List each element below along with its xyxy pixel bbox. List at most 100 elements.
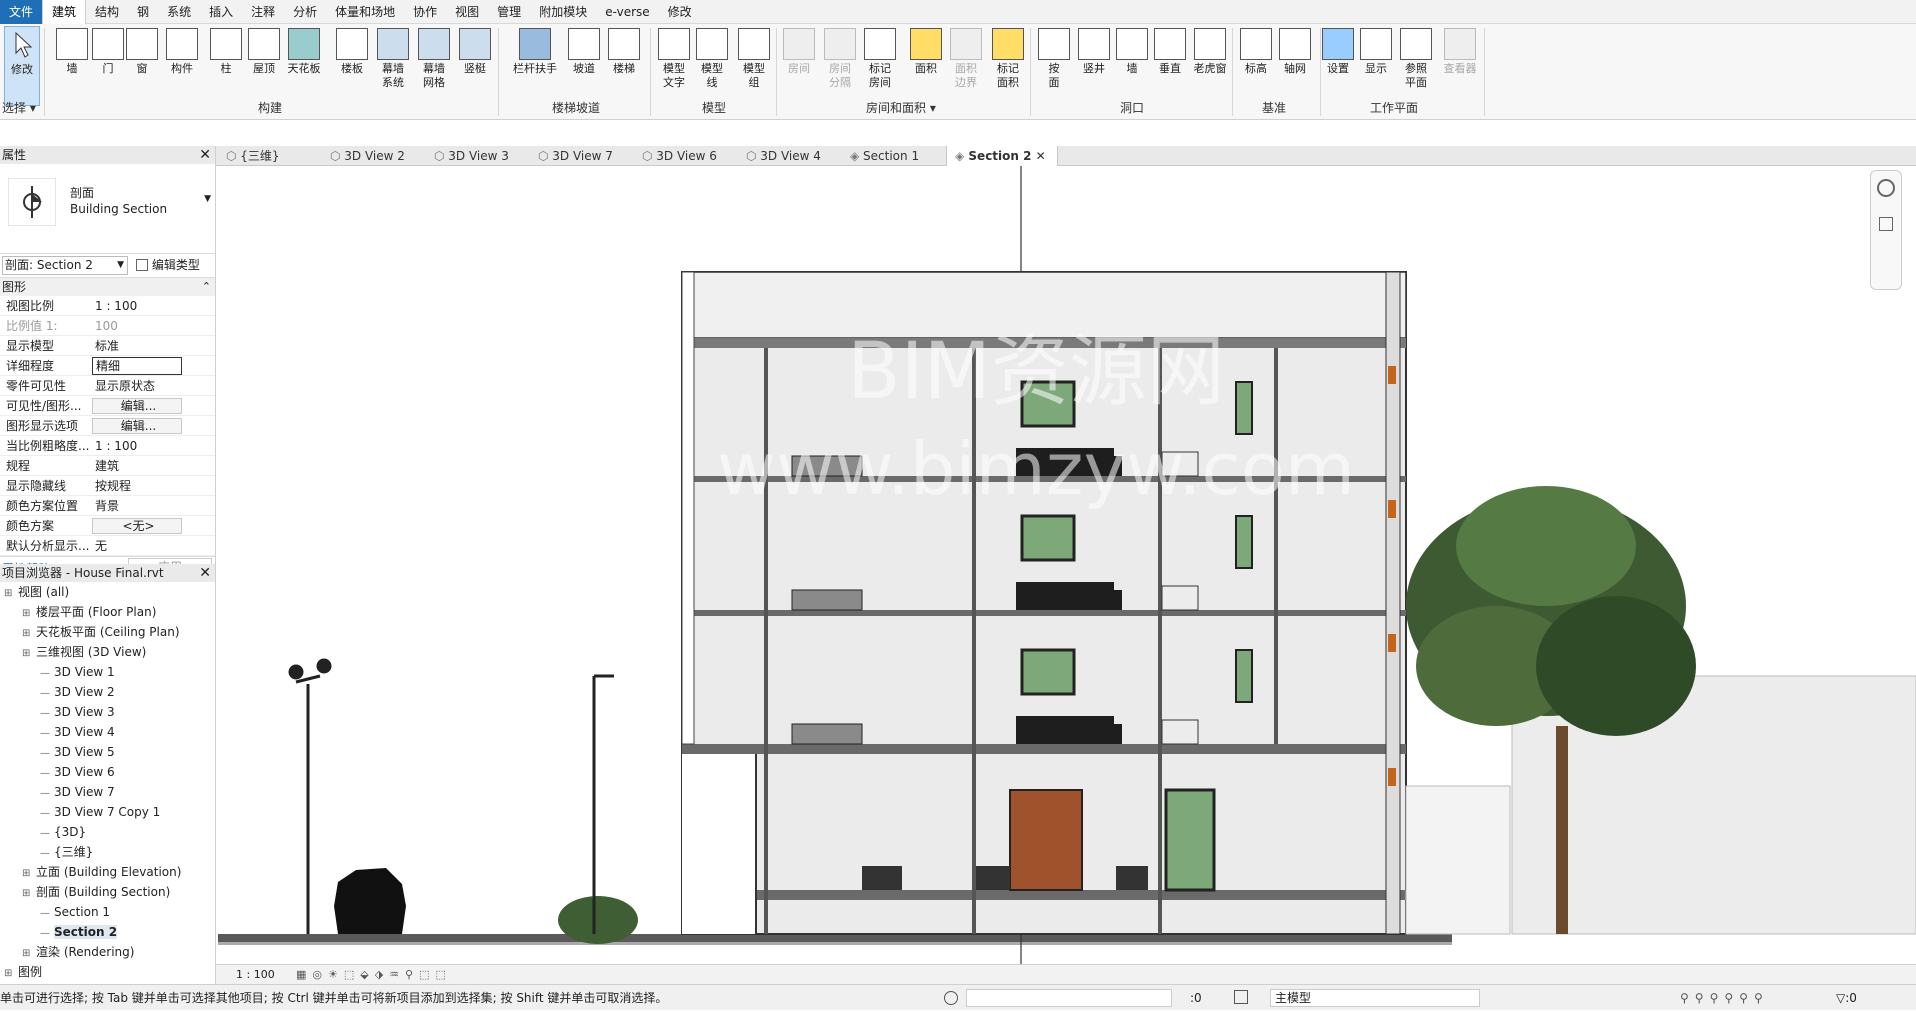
room-button[interactable]: 房间 xyxy=(780,26,818,106)
property-value[interactable]: 1 : 100 xyxy=(92,436,182,456)
ceiling-button[interactable]: 天花板 xyxy=(282,26,326,106)
browser-node[interactable]: ⊞ 图例 xyxy=(0,962,215,982)
model-line-button[interactable]: 模型 线 xyxy=(694,26,730,106)
property-value[interactable]: 建筑 xyxy=(92,456,182,476)
property-value[interactable]: 无 xyxy=(92,536,182,556)
property-row[interactable]: 颜色方案 <无> xyxy=(0,516,215,536)
browser-node[interactable]: — 3D View 6 xyxy=(0,762,215,782)
property-row[interactable]: 默认分析显示... 无 xyxy=(0,536,215,556)
browser-node[interactable]: ⊞ 渲染 (Rendering) xyxy=(0,942,215,962)
curtain-grid-button[interactable]: 幕墙 网格 xyxy=(414,26,454,106)
property-value[interactable]: 编辑... xyxy=(92,398,182,414)
browser-node[interactable]: — 3D View 3 xyxy=(0,702,215,722)
expand-icon[interactable]: ⊞ xyxy=(22,644,36,664)
menu-12[interactable]: 附加模块 xyxy=(530,0,596,24)
dropdown-arrow-icon[interactable]: ▼ xyxy=(204,194,211,204)
close-icon[interactable]: ✕ xyxy=(1031,149,1046,163)
by-face-button[interactable]: 按 面 xyxy=(1036,26,1072,106)
view-tab[interactable]: ◈ Section 1 xyxy=(842,146,942,166)
model-group-button[interactable]: 模型 组 xyxy=(734,26,774,106)
menu-9[interactable]: 协作 xyxy=(404,0,446,24)
browser-node[interactable]: ⊞ 视图 (all) xyxy=(0,582,215,602)
graphics-group-header[interactable]: 图形 ⌃ xyxy=(0,278,215,296)
property-row[interactable]: 视图比例 1 : 100 xyxy=(0,296,215,316)
property-value[interactable]: <无> xyxy=(92,518,182,534)
menu-5[interactable]: 插入 xyxy=(200,0,242,24)
panel-select-label[interactable]: 选择 ▾ xyxy=(2,99,36,116)
dormer-button[interactable]: 老虎窗 xyxy=(1190,26,1230,106)
view-tab[interactable]: ◈ Section 2 ✕ xyxy=(946,146,1058,166)
view-tab[interactable]: ⬡ {三维} xyxy=(218,146,318,166)
property-row[interactable]: 详细程度 精细 xyxy=(0,356,215,376)
expand-icon[interactable]: ⊞ xyxy=(22,624,36,644)
stair-button[interactable]: 楼梯 xyxy=(604,26,644,106)
property-value[interactable]: 编辑... xyxy=(92,418,182,434)
roof-button[interactable]: 屋顶 xyxy=(246,26,282,106)
browser-node[interactable]: ⊞ 立面 (Building Elevation) xyxy=(0,862,215,882)
menu-11[interactable]: 管理 xyxy=(488,0,530,24)
view-scale[interactable]: 1 : 100 xyxy=(236,965,275,985)
view-tab[interactable]: ⬡ 3D View 2 xyxy=(322,146,422,166)
navigation-bar[interactable] xyxy=(1870,170,1902,290)
browser-node[interactable]: ⊞ 剖面 (Building Section) xyxy=(0,882,215,902)
room-sep-button[interactable]: 房间 分隔 xyxy=(820,26,860,106)
menu-14[interactable]: 修改 xyxy=(659,0,701,24)
browser-node[interactable]: ⊞ 三维视图 (3D View) xyxy=(0,642,215,662)
browser-node[interactable]: — Section 1 xyxy=(0,902,215,922)
view-tab[interactable]: ⬡ 3D View 6 xyxy=(634,146,734,166)
expand-icon[interactable]: ⊞ xyxy=(22,884,36,904)
set-button[interactable]: 设置 xyxy=(1320,26,1356,106)
panel-room-area-label[interactable]: 房间和面积 ▾ xyxy=(866,99,936,116)
area-boundary-button[interactable]: 面积 边界 xyxy=(946,26,986,106)
browser-node[interactable]: — 3D View 7 Copy 1 xyxy=(0,802,215,822)
tag-area-button[interactable]: 标记 面积 xyxy=(988,26,1028,106)
property-value[interactable]: 按规程 xyxy=(92,476,182,496)
property-row[interactable]: 零件可见性 显示原状态 xyxy=(0,376,215,396)
menu-2[interactable]: 结构 xyxy=(86,0,128,24)
column-button[interactable]: 柱 xyxy=(210,26,242,106)
property-row[interactable]: 图形显示选项 编辑... xyxy=(0,416,215,436)
view-tab[interactable]: ⬡ 3D View 7 xyxy=(530,146,630,166)
viewer-button[interactable]: 查看器 xyxy=(1438,26,1482,106)
ramp-button[interactable]: 坡道 xyxy=(566,26,602,106)
tag-room-button[interactable]: 标记 房间 xyxy=(860,26,900,106)
property-value[interactable]: 背景 xyxy=(92,496,182,516)
property-row[interactable]: 显示模型 标准 xyxy=(0,336,215,356)
menu-6[interactable]: 注释 xyxy=(242,0,284,24)
edit-type-button[interactable]: 编辑类型 xyxy=(136,257,200,274)
property-value[interactable]: 100 xyxy=(92,316,182,336)
close-icon[interactable]: ✕ xyxy=(199,564,211,582)
workset-dropdown[interactable] xyxy=(966,989,1172,1007)
browser-node[interactable]: ⊞ 楼层平面 (Floor Plan) xyxy=(0,602,215,622)
menu-0[interactable]: 文件 xyxy=(0,0,43,24)
browser-node[interactable]: — 3D View 1 xyxy=(0,662,215,682)
area-button[interactable]: 面积 xyxy=(906,26,946,106)
ref-plane-button[interactable]: 参照 平面 xyxy=(1396,26,1436,106)
menu-3[interactable]: 钢 xyxy=(128,0,158,24)
view-tab[interactable]: ⬡ 3D View 3 xyxy=(426,146,526,166)
expand-icon[interactable]: ⊞ xyxy=(22,604,36,624)
railing-button[interactable]: 栏杆扶手 xyxy=(510,26,560,106)
close-icon[interactable]: ✕ xyxy=(199,146,211,164)
property-value[interactable]: 1 : 100 xyxy=(92,296,182,316)
door-button[interactable]: 门 xyxy=(92,26,124,106)
menu-4[interactable]: 系统 xyxy=(158,0,200,24)
vertical-button[interactable]: 垂直 xyxy=(1152,26,1188,106)
expand-icon[interactable]: ⊞ xyxy=(4,964,18,984)
level-button[interactable]: 标高 xyxy=(1238,26,1274,106)
wall-button[interactable]: 墙 xyxy=(52,26,92,106)
browser-node[interactable]: — {3D} xyxy=(0,822,215,842)
modify-button[interactable]: 修改 xyxy=(4,26,40,106)
floor-button[interactable]: 楼板 xyxy=(334,26,370,106)
property-value[interactable]: 精细 xyxy=(92,357,182,375)
browser-node[interactable]: — 3D View 2 xyxy=(0,682,215,702)
property-row[interactable]: 颜色方案位置 背景 xyxy=(0,496,215,516)
property-row[interactable]: 可见性/图形... 编辑... xyxy=(0,396,215,416)
menu-1[interactable]: 建筑 xyxy=(42,0,87,24)
type-selector[interactable]: 剖面 Building Section ▼ xyxy=(0,164,215,254)
property-row[interactable]: 显示隐藏线 按规程 xyxy=(0,476,215,496)
mullion-button[interactable]: 竖梃 xyxy=(456,26,494,106)
view-tab[interactable]: ⬡ 3D View 4 xyxy=(738,146,838,166)
shaft-button[interactable]: 竖井 xyxy=(1074,26,1114,106)
browser-node[interactable]: ⊞ 天花板平面 (Ceiling Plan) xyxy=(0,622,215,642)
